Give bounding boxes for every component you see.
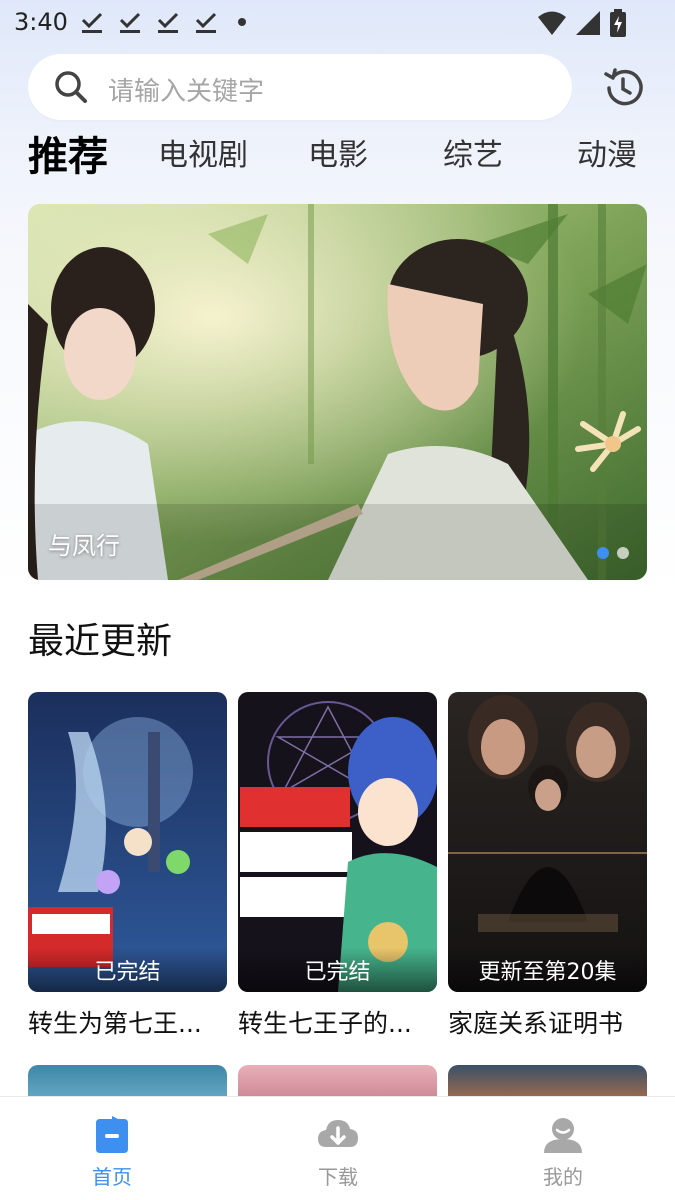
video-card[interactable]: 已完结 转生七王子的... (238, 692, 437, 1040)
nav-home-label: 首页 (92, 1165, 132, 1189)
history-icon[interactable] (601, 66, 645, 110)
banner-title: 与凤行 (48, 532, 120, 560)
tab-movies[interactable]: 电影 (308, 130, 368, 174)
status-time: 3:40 (14, 8, 68, 36)
nav-download[interactable]: 下载 (278, 1115, 398, 1190)
tab-tv-series[interactable]: 电视剧 (158, 130, 248, 174)
nav-profile-label: 我的 (543, 1165, 583, 1189)
video-poster: 已完结 (238, 692, 437, 992)
battery-charging-icon (610, 9, 626, 37)
search-bar[interactable]: 请输入关键字 (28, 54, 572, 120)
nav-profile[interactable]: 我的 (503, 1115, 623, 1190)
poster-image (28, 692, 227, 992)
banner-dot-active (597, 547, 609, 559)
nav-home[interactable]: 首页 (52, 1115, 172, 1190)
video-poster: 更新至第20集 (448, 692, 647, 992)
bottom-navigation: 首页 下载 我的 (0, 1096, 675, 1200)
notification-icons (80, 10, 246, 34)
signal-icon (576, 11, 600, 35)
download-complete-icon (195, 12, 217, 33)
download-complete-icon (81, 12, 103, 33)
tab-anime[interactable]: 动漫 (577, 130, 637, 174)
section-title-recent: 最近更新 (28, 621, 173, 662)
video-card[interactable]: 已完结 转生为第七王... (28, 692, 227, 1040)
status-bar: 3:40 (0, 0, 675, 46)
card-status-badge: 更新至第20集 (448, 948, 647, 992)
poster-image (238, 692, 437, 992)
poster-image (448, 692, 647, 992)
category-tabs: 推荐 电视剧 电影 综艺 动漫 (0, 130, 675, 190)
tab-recommend[interactable]: 推荐 (28, 124, 108, 182)
card-title: 转生七王子的... (238, 1009, 412, 1038)
featured-banner[interactable]: 与凤行 (28, 204, 647, 580)
nav-download-label: 下载 (318, 1165, 358, 1189)
download-complete-icon (119, 12, 141, 33)
search-icon (55, 71, 87, 103)
home-icon (96, 1116, 128, 1153)
banner-dot (617, 547, 629, 559)
video-poster: 已完结 (28, 692, 227, 992)
tab-variety[interactable]: 综艺 (443, 130, 503, 174)
more-notifications-icon (238, 18, 246, 26)
card-title: 转生为第七王... (28, 1009, 202, 1038)
banner-pagination (597, 547, 629, 559)
search-placeholder: 请输入关键字 (108, 77, 265, 107)
wifi-icon (538, 11, 566, 35)
card-status-badge: 已完结 (28, 948, 227, 992)
video-card[interactable]: 更新至第20集 家庭关系证明书 (448, 692, 647, 1040)
profile-icon (544, 1118, 582, 1153)
card-title: 家庭关系证明书 (448, 1009, 624, 1038)
banner-image (28, 204, 647, 580)
card-status-badge: 已完结 (238, 948, 437, 992)
download-complete-icon (157, 12, 179, 33)
download-icon (318, 1120, 358, 1147)
system-icons (537, 9, 627, 37)
